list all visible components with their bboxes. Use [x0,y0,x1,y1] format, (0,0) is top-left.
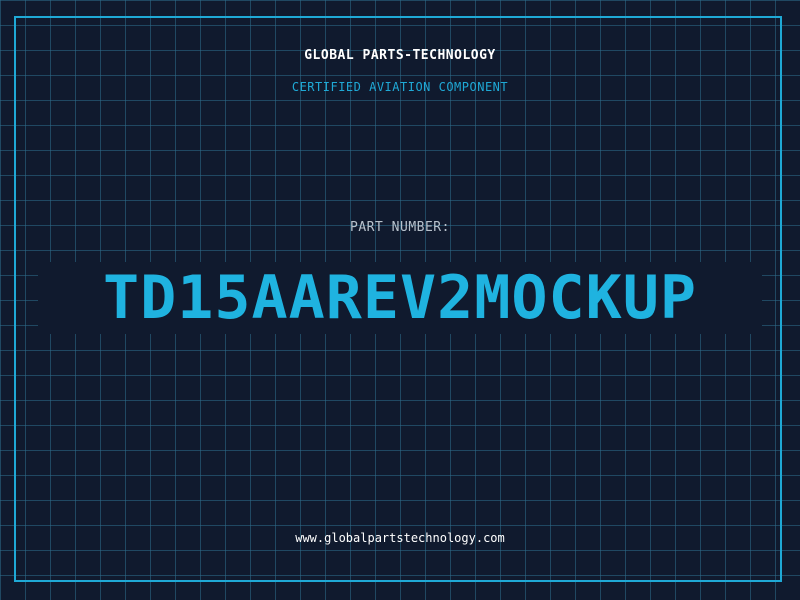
certificate-page: GLOBAL PARTS-TECHNOLOGY CERTIFIED AVIATI… [0,0,800,600]
website-url: www.globalpartstechnology.com [295,531,505,545]
part-number-label: PART NUMBER: [350,220,450,235]
part-number-value: TD15AAREV2MOCKUP [103,263,697,333]
component-tagline: CERTIFIED AVIATION COMPONENT [291,80,509,94]
company-name: GLOBAL PARTS-TECHNOLOGY [304,48,496,63]
